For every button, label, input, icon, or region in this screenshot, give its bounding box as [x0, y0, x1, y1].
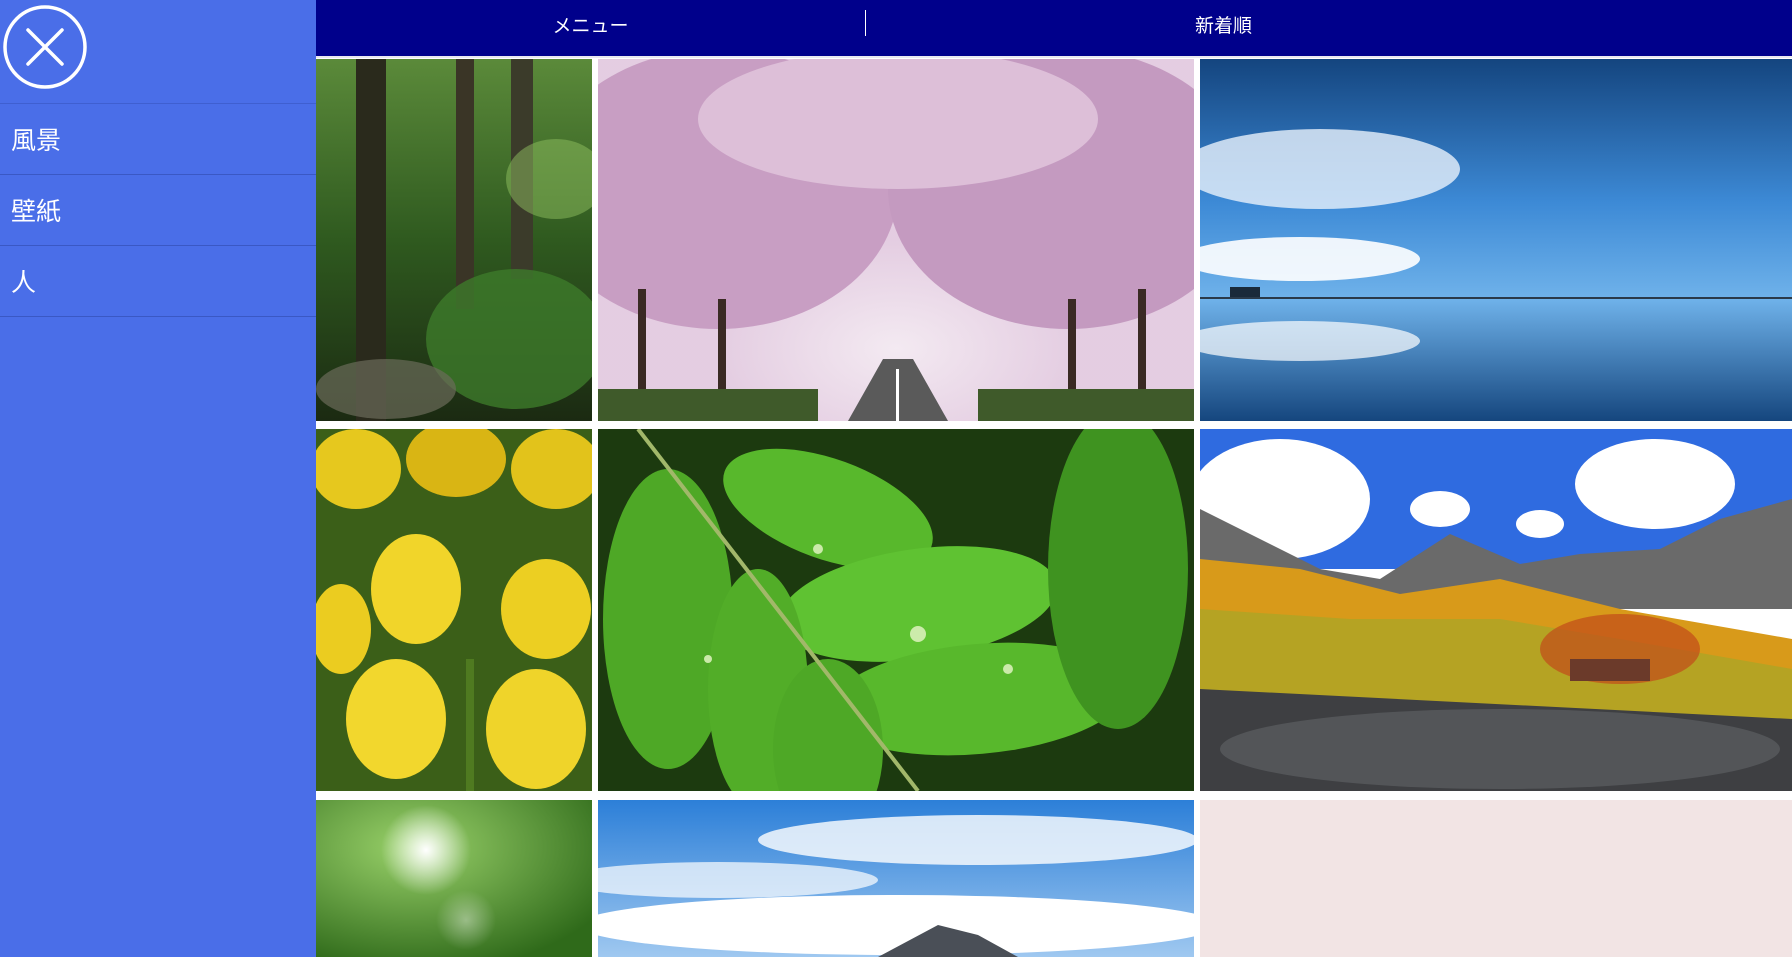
top-bar: メニュー 新着順 [316, 0, 1792, 58]
mountain-clouds-image [598, 800, 1194, 957]
sidebar-item-label: 風景 [11, 126, 62, 155]
sidebar-menu: 風景 壁紙 人 [0, 0, 316, 957]
tab-newest-label: 新着順 [1194, 14, 1252, 37]
sky-reflection-image [1200, 59, 1792, 421]
sidebar-item-wallpaper[interactable]: 壁紙 [0, 175, 316, 246]
sidebar-item-label: 人 [11, 268, 37, 297]
tulips-image [316, 429, 592, 791]
image-tile-autumn-mountains[interactable] [1200, 429, 1792, 791]
sidebar-item-scenery[interactable]: 風景 [0, 104, 316, 175]
sidebar-item-label: 壁紙 [11, 197, 62, 226]
image-tile-cherry-blossom[interactable] [598, 59, 1194, 421]
leaf-droplets-image [598, 429, 1194, 791]
image-tile-mountain-clouds[interactable] [598, 800, 1194, 957]
forest-image [316, 59, 592, 421]
tab-menu[interactable]: メニュー [316, 0, 865, 48]
tab-newest[interactable]: 新着順 [866, 0, 1581, 48]
autumn-mountains-image [1200, 429, 1792, 791]
close-button[interactable] [2, 4, 88, 90]
image-tile-green-bokeh[interactable] [316, 800, 592, 957]
image-tile-tulips[interactable] [316, 429, 592, 791]
close-icon [3, 5, 87, 89]
image-grid [316, 59, 1792, 957]
sidebar-item-people[interactable]: 人 [0, 246, 316, 317]
image-tile-pale-texture[interactable] [1200, 800, 1792, 957]
pale-texture-image [1200, 800, 1792, 957]
app-page: 風景 壁紙 人 メニュー 新着順 [0, 0, 1792, 957]
tab-menu-label: メニュー [552, 14, 629, 37]
image-tile-leaf-droplets[interactable] [598, 429, 1194, 791]
sidebar-list: 風景 壁紙 人 [0, 103, 316, 317]
image-tile-forest[interactable] [316, 59, 592, 421]
image-tile-sky-reflection[interactable] [1200, 59, 1792, 421]
green-bokeh-image [316, 800, 592, 957]
cherry-blossom-image [598, 59, 1194, 421]
